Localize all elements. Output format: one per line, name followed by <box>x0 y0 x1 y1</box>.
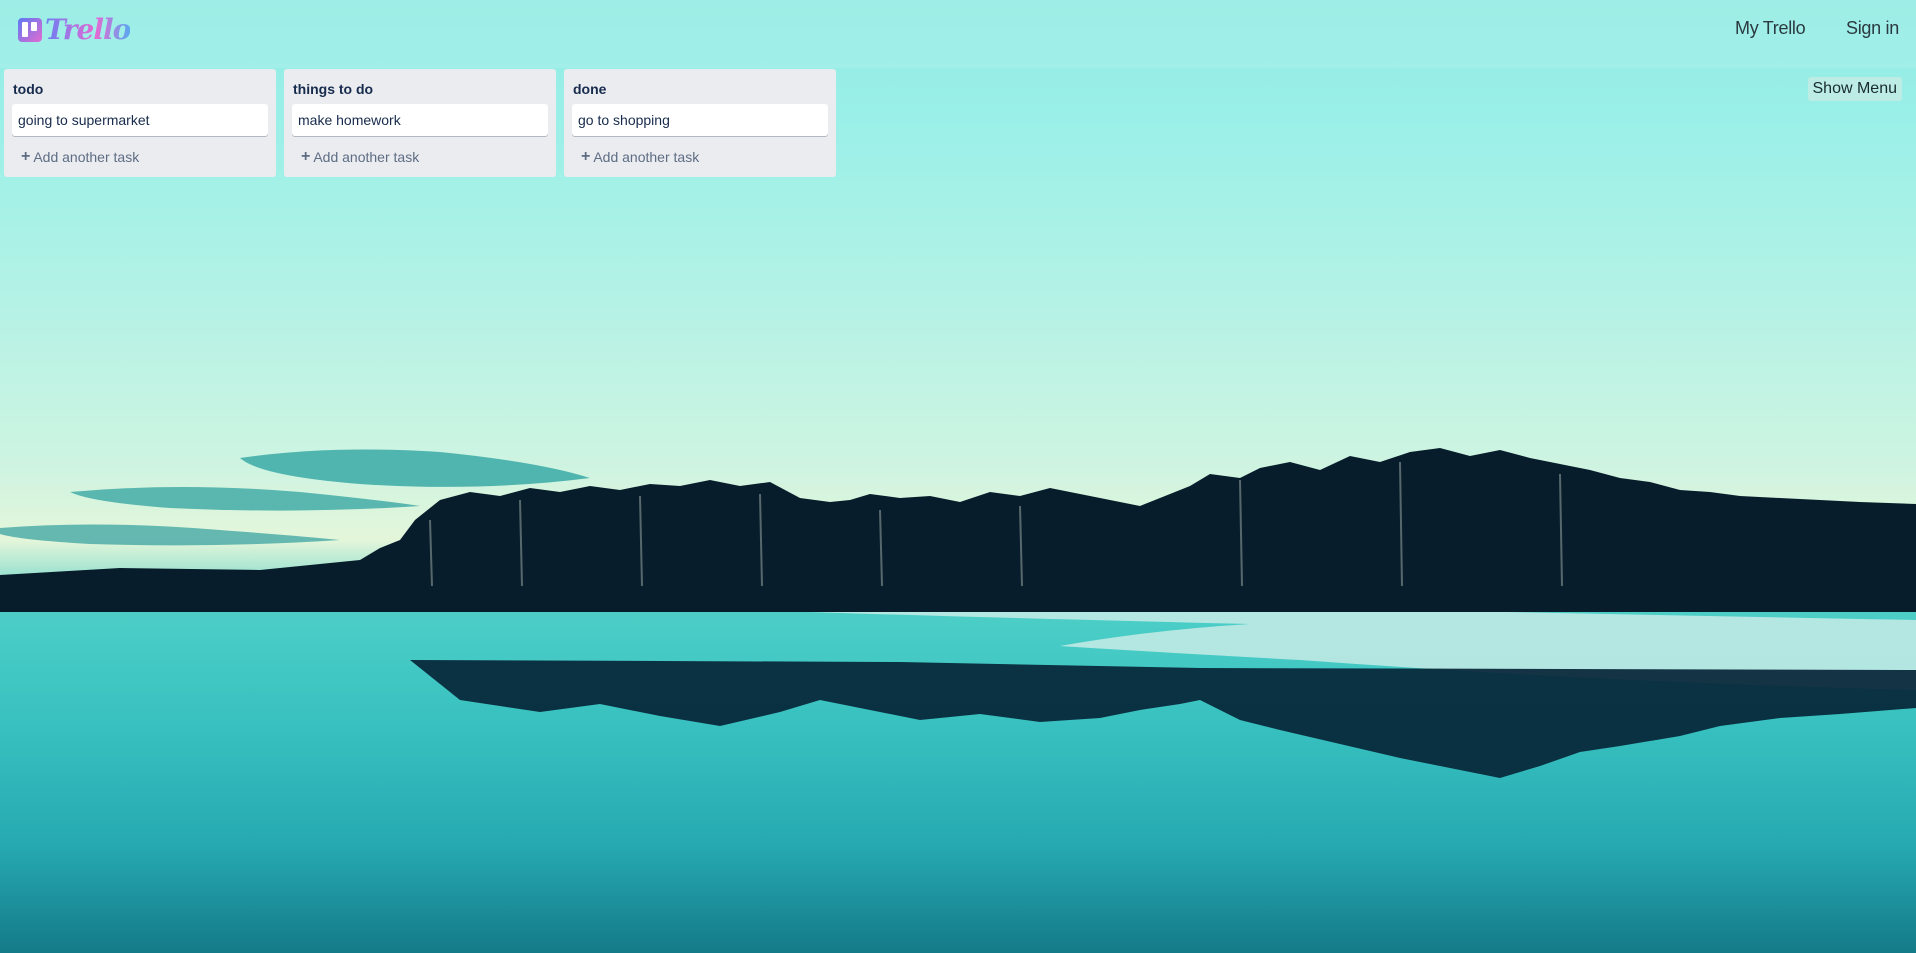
top-navigation-bar: Trello My Trello Sign in <box>0 0 1916 68</box>
logo-text: Trello <box>45 13 131 46</box>
task-card[interactable]: going to supermarket <box>12 104 268 136</box>
trello-logo[interactable]: Trello <box>18 13 131 46</box>
nav-my-trello-link[interactable]: My Trello <box>1735 18 1806 39</box>
list-things-to-do: things to do make homework + Add another… <box>284 69 556 177</box>
add-task-button[interactable]: + Add another task <box>292 136 548 169</box>
list-title[interactable]: todo <box>12 69 268 104</box>
list-done: done go to shopping + Add another task <box>564 69 836 177</box>
task-card[interactable]: make homework <box>292 104 548 136</box>
nav-sign-in-link[interactable]: Sign in <box>1846 18 1899 39</box>
add-task-button[interactable]: + Add another task <box>572 136 828 169</box>
board-lists: todo going to supermarket + Add another … <box>4 69 836 177</box>
plus-icon: + <box>581 148 591 165</box>
add-task-label: Add another task <box>593 149 700 165</box>
plus-icon: + <box>21 148 31 165</box>
list-title[interactable]: things to do <box>292 69 548 104</box>
add-task-label: Add another task <box>33 149 140 165</box>
add-task-button[interactable]: + Add another task <box>12 136 268 169</box>
list-todo: todo going to supermarket + Add another … <box>4 69 276 177</box>
list-title[interactable]: done <box>572 69 828 104</box>
task-card[interactable]: go to shopping <box>572 104 828 136</box>
show-menu-button[interactable]: Show Menu <box>1807 77 1902 101</box>
add-task-label: Add another task <box>313 149 420 165</box>
trello-board-icon <box>18 18 42 42</box>
plus-icon: + <box>301 148 311 165</box>
